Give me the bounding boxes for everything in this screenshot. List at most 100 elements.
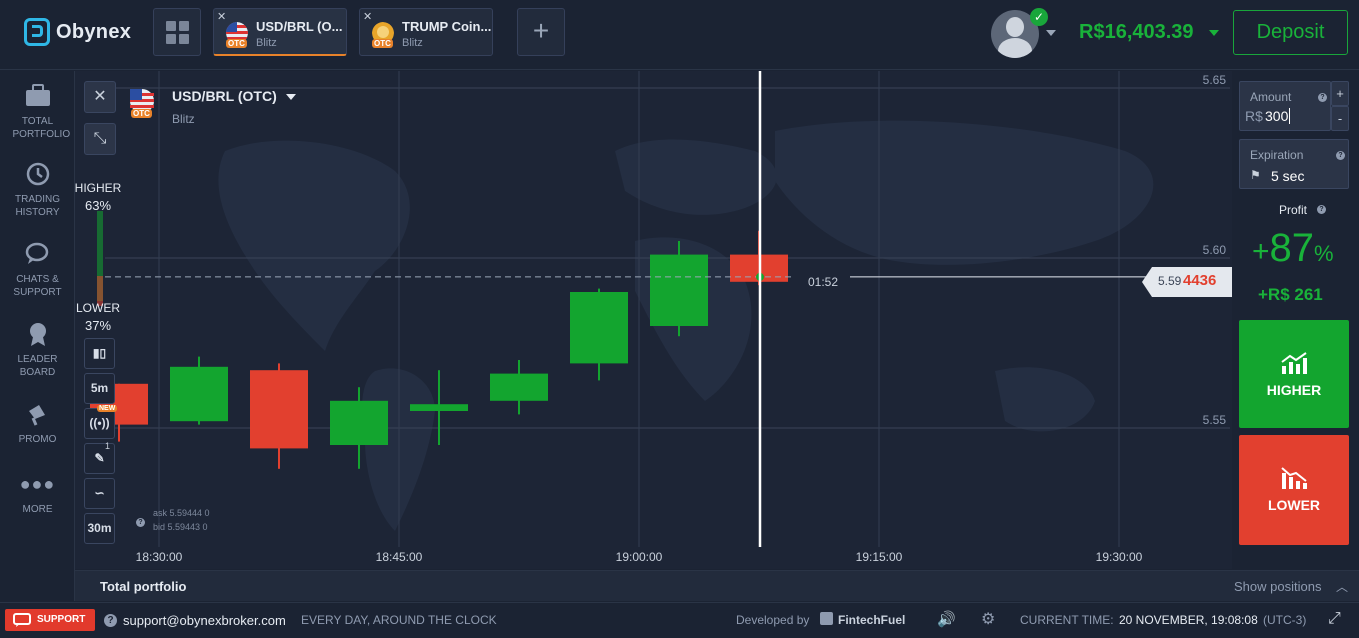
- profit-label: Profit: [1279, 203, 1308, 217]
- profit-percent: +87%: [1252, 226, 1334, 271]
- candle-body: [170, 366, 228, 422]
- amount-increase-button[interactable]: +: [1331, 81, 1349, 106]
- clock-history-icon: [26, 162, 49, 186]
- brand-logo[interactable]: Obynex: [24, 18, 131, 46]
- trophy-icon: [29, 323, 46, 346]
- sound-icon[interactable]: 🔊: [937, 610, 956, 628]
- x-tick-label: 19:00:00: [616, 550, 663, 564]
- show-positions-link[interactable]: Show positions: [1234, 579, 1321, 594]
- expiration-value: 5 sec: [1271, 168, 1305, 184]
- tab-title: TRUMP Coin...: [402, 19, 492, 34]
- y-tick-label: 5.60: [1203, 243, 1227, 257]
- support-hours: EVERY DAY, AROUND THE CLOCK: [301, 613, 497, 627]
- sidebar-item-promo[interactable]: PROMO: [0, 401, 75, 446]
- sidebar-item-leader-board[interactable]: LEADER BOARD: [0, 321, 75, 379]
- flag-icon: ⚑: [1250, 168, 1261, 182]
- tab-trump-coin[interactable]: ✕ OTC TRUMP Coin... Blitz: [359, 8, 493, 56]
- trade-mode-label: Blitz: [172, 112, 195, 126]
- logo-mark-icon: [24, 18, 50, 46]
- support-email[interactable]: support@obynexbroker.com: [123, 613, 286, 628]
- higher-button[interactable]: HIGHER: [1239, 320, 1349, 428]
- sidebar-item-chats-support[interactable]: CHATS & SUPPORT: [0, 241, 75, 299]
- chevron-up-icon[interactable]: ︿: [1336, 578, 1348, 595]
- drawing-tool-icon[interactable]: ✎: [84, 443, 115, 474]
- deposit-button[interactable]: Deposit: [1233, 10, 1348, 55]
- candlestick-type-icon[interactable]: ▮▯: [84, 338, 115, 369]
- trend-up-icon: [1281, 352, 1307, 374]
- bid-quote: bid 5.59443 0: [153, 522, 208, 532]
- indicators-icon[interactable]: ∽: [84, 478, 115, 509]
- collapse-icon[interactable]: ⤡: [84, 123, 116, 155]
- current-price-tag: 5.59 4436: [1142, 267, 1232, 297]
- current-time-value: 20 NOVEMBER, 19:08:08: [1119, 613, 1258, 627]
- profile-chevron-down-icon[interactable]: [1046, 30, 1056, 36]
- sidebar-item-total-portfolio[interactable]: TOTAL PORTFOLIO: [0, 83, 75, 141]
- support-button[interactable]: SUPPORT: [5, 609, 95, 631]
- timezone: (UTC-3): [1263, 613, 1307, 627]
- portfolio-bar[interactable]: Total portfolio Show positions ︿: [75, 570, 1359, 601]
- higher-button-label: HIGHER: [1266, 382, 1322, 398]
- countdown-timer: 01:52: [808, 275, 839, 289]
- lower-sentiment-label: LOWER: [75, 301, 120, 315]
- developer-name[interactable]: FintechFuel: [838, 613, 905, 627]
- lower-button[interactable]: LOWER: [1239, 435, 1349, 545]
- x-tick-label: 18:30:00: [136, 550, 183, 564]
- profit-help-icon[interactable]: ?: [1317, 205, 1326, 214]
- fullscreen-icon[interactable]: ⤢: [1328, 610, 1341, 628]
- y-tick-label: 5.55: [1203, 413, 1227, 427]
- sidebar-item-more[interactable]: ●●● MORE: [0, 471, 75, 516]
- tab-usd-brl[interactable]: ✕ OTC USD/BRL (O... Blitz: [213, 8, 347, 56]
- profit-percent-value: 87: [1269, 226, 1315, 270]
- developed-by-label: Developed by: [736, 613, 810, 627]
- megaphone-icon: [28, 405, 45, 426]
- candle-body: [410, 404, 468, 411]
- lower-sentiment-percent: 37%: [84, 318, 112, 333]
- signals-icon[interactable]: ((•)): [84, 408, 115, 439]
- close-tab-icon[interactable]: ✕: [217, 10, 226, 23]
- candle-body: [330, 400, 388, 445]
- expiration-help-icon[interactable]: ?: [1336, 151, 1345, 160]
- amount-field[interactable]: Amount ? R$ 300: [1239, 81, 1331, 131]
- sidebar-item-label: TOTAL PORTFOLIO: [12, 116, 71, 140]
- more-dots-icon: ●●●: [19, 474, 56, 494]
- add-tab-button[interactable]: +: [517, 8, 565, 56]
- amount-currency: R$: [1245, 108, 1263, 124]
- close-tab-icon[interactable]: ✕: [363, 10, 372, 23]
- candle-body: [570, 292, 628, 364]
- expiration-field[interactable]: Expiration ? ⚑ 5 sec: [1239, 139, 1349, 189]
- amount-input[interactable]: 300: [1265, 108, 1291, 124]
- candle-body: [650, 254, 708, 326]
- quote-help-icon[interactable]: ?: [136, 518, 145, 527]
- price-chart[interactable]: 5.65 5.60 5.55 18:30:00 18:45:00 19:00:00 19:1…: [75, 71, 1232, 569]
- new-badge: NEW: [97, 405, 118, 412]
- lower-button-label: LOWER: [1267, 497, 1321, 513]
- timeframe-button[interactable]: 5m: [84, 373, 115, 404]
- higher-sentiment-label: HIGHER: [75, 181, 122, 195]
- portfolio-title: Total portfolio: [100, 579, 187, 594]
- sentiment-bar: [97, 211, 103, 306]
- asset-grid-button[interactable]: [153, 8, 201, 56]
- chart-period-button[interactable]: 30m: [84, 513, 115, 544]
- candle-body: [490, 373, 548, 401]
- y-tick-label: 5.65: [1203, 73, 1227, 87]
- tab-title: USD/BRL (O...: [256, 19, 343, 34]
- settings-gear-icon[interactable]: ⚙: [981, 609, 995, 629]
- asset-pair-selector[interactable]: USD/BRL (OTC): [172, 88, 277, 104]
- price-suffix: 4436: [1183, 272, 1217, 289]
- sidebar-item-trading-history[interactable]: TRADING HISTORY: [0, 161, 75, 219]
- account-balance[interactable]: R$16,403.39: [1079, 21, 1194, 44]
- x-tick-label: 19:15:00: [856, 550, 903, 564]
- chart-canvas[interactable]: 5.65 5.60 5.55 18:30:00 18:45:00 19:00:00 19:1…: [75, 71, 1232, 569]
- trade-panel: Amount ? R$ 300 + - Expiration ? ⚑ 5 sec…: [1232, 71, 1359, 569]
- amount-help-icon[interactable]: ?: [1318, 93, 1327, 102]
- close-chart-button[interactable]: ✕: [84, 81, 116, 113]
- sidebar-item-label: PROMO: [18, 434, 57, 445]
- pair-chevron-down-icon[interactable]: [286, 94, 296, 100]
- balance-chevron-down-icon[interactable]: [1209, 30, 1219, 36]
- expiration-label: Expiration: [1250, 148, 1304, 162]
- current-time-label: CURRENT TIME:: [1020, 613, 1114, 627]
- tab-subtitle: Blitz: [256, 37, 277, 49]
- trend-down-icon: [1281, 467, 1307, 489]
- amount-decrease-button[interactable]: -: [1331, 106, 1349, 131]
- ask-quote: ask 5.59444 0: [153, 508, 210, 518]
